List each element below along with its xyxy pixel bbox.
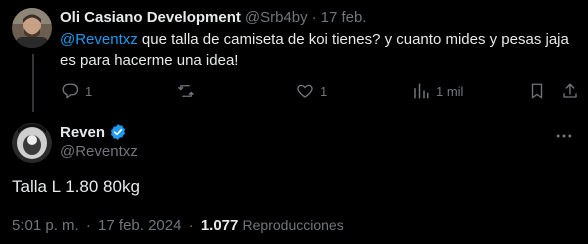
reply-action-reply[interactable]: 1 — [61, 80, 92, 102]
main-author-handle[interactable]: @Reventxz — [60, 143, 138, 160]
retweet-icon — [178, 85, 194, 97]
views-count: 1 mil — [436, 83, 464, 99]
tweet-views-count: 1.077 — [200, 217, 239, 234]
main-tweet-text: Talla L 1.80 80kg — [12, 177, 140, 196]
reply-text: @Reventxz que talla de camiseta de koi t… — [60, 29, 580, 71]
main-author-avatar[interactable] — [12, 123, 52, 163]
reply-mention-link[interactable]: @Reventxz — [60, 31, 138, 48]
meta-separator-2: · — [188, 217, 194, 234]
like-icon — [297, 84, 313, 98]
main-tweet-meta: 5:01 p. m. · 17 feb. 2024 · 1.077 Reprod… — [12, 217, 344, 234]
bookmark-icon — [531, 83, 543, 99]
share-icon — [563, 83, 577, 98]
reply-separator: · — [311, 8, 317, 26]
verified-badge-icon[interactable] — [109, 123, 127, 141]
reply-action-bookmark[interactable] — [528, 80, 546, 102]
reply-count: 1 — [85, 83, 93, 99]
main-author-name[interactable]: Reven — [60, 124, 105, 141]
views-icon — [414, 83, 429, 99]
reply-action-retweet[interactable] — [176, 80, 202, 102]
main-author-row: Reven — [60, 122, 127, 142]
reply-icon — [62, 83, 79, 99]
reply-author-avatar[interactable] — [12, 8, 52, 48]
reply-author-name[interactable]: Oli Casiano Development — [60, 9, 241, 26]
reply-action-views[interactable]: 1 mil — [412, 80, 463, 102]
tweet-views-label: Reproducciones — [242, 217, 344, 233]
reply-author-handle[interactable]: @Srb4by — [245, 9, 308, 26]
more-icon[interactable] — [554, 126, 574, 146]
tweet-date[interactable]: 17 feb. 2024 — [98, 217, 181, 234]
meta-separator: · — [85, 217, 91, 234]
like-count: 1 — [320, 83, 328, 99]
reply-action-like[interactable]: 1 — [296, 80, 327, 102]
reply-date[interactable]: 17 feb. — [321, 9, 367, 26]
thread-connector-line — [32, 54, 34, 112]
reply-header: Oli Casiano Development @Srb4by · 17 feb… — [60, 7, 367, 27]
reply-action-share[interactable] — [561, 80, 579, 102]
tweet-time[interactable]: 5:01 p. m. — [12, 217, 79, 234]
